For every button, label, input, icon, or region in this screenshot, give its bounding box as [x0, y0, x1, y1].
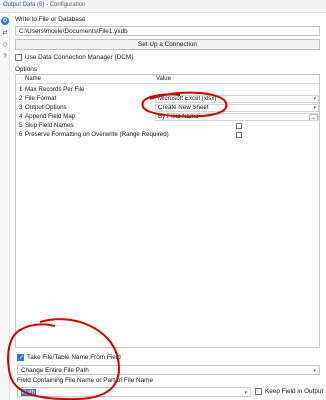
row-number: 5	[19, 122, 23, 129]
field-containing-label: Field Containing File Name or Part of Fi…	[17, 377, 154, 384]
setup-connection-button[interactable]: Set Up a Connection	[15, 39, 320, 50]
column-header-value: Value	[156, 76, 171, 82]
file-path-field[interactable]: C:\Users\mcele\Documents\File1.yxdb	[15, 26, 320, 36]
left-toolbar: ⚙ ⇄ ◇ ?	[0, 13, 10, 400]
options-grid: Name Value 1 Max Records Per File 2 File…	[15, 74, 320, 348]
file-name-mode-select[interactable]: Change Entire File Path ▾	[17, 365, 320, 375]
row-number: 2	[19, 95, 23, 102]
ellipsis-button[interactable]: ...	[309, 114, 318, 120]
write-to-label: Write to File or Database	[15, 16, 86, 23]
option-name: File Format	[25, 95, 57, 102]
tag-icon[interactable]: ◇	[1, 41, 9, 49]
row-number: 4	[19, 113, 23, 120]
append-field-map-field[interactable]: By Field Name ...	[155, 113, 319, 121]
take-name-from-field-checkbox[interactable]	[17, 354, 24, 361]
dcm-checkbox[interactable]	[15, 54, 22, 61]
row-number: 1	[19, 86, 23, 93]
option-name: Max Records Per File	[25, 86, 85, 93]
window-subtitle: - Configuration	[44, 2, 86, 8]
help-icon[interactable]: ?	[1, 53, 9, 61]
column-header-name: Name	[25, 76, 42, 82]
file-name-mode-value: Change Entire File Path	[21, 367, 89, 374]
append-field-map-value: By Field Name	[158, 113, 199, 120]
output-options-select[interactable]: Create New Sheet ▾	[155, 104, 319, 112]
take-name-from-field-label: Take File/Table Name From Field	[27, 354, 121, 361]
configuration-panel: Write to File or Database C:\Users\mcele…	[12, 13, 323, 400]
skip-field-names-checkbox[interactable]	[236, 123, 242, 129]
chevron-down-icon: ▾	[313, 368, 316, 374]
chevron-down-icon: ▾	[313, 105, 316, 111]
row-number: 3	[19, 104, 23, 111]
option-row: 4 Append Field Map By Field Name ...	[16, 113, 319, 121]
field-select[interactable]: Path ▾	[17, 387, 251, 397]
option-name: Skip Field Names	[25, 122, 74, 129]
chevron-down-icon: ▾	[244, 390, 247, 396]
keep-field-label: Keep Field in Output	[265, 388, 324, 395]
preserve-formatting-checkbox[interactable]	[236, 132, 242, 138]
window-title: Output Data (6)	[3, 2, 45, 8]
output-options-value: Create New Sheet	[158, 104, 209, 111]
option-name: Append Field Map	[25, 113, 76, 120]
option-row: 1 Max Records Per File	[16, 86, 319, 94]
dcm-label: Use Data Connection Manager (DCM)	[25, 54, 134, 61]
option-row: 6 Preserve Formatting on Overwrite (Rang…	[16, 131, 319, 139]
option-row: 3 Output Options Create New Sheet ▾	[16, 104, 319, 112]
field-select-value: Path	[21, 389, 37, 396]
option-row: 5 Skip Field Names	[16, 122, 319, 130]
chevron-down-icon: ▾	[313, 96, 316, 102]
file-format-select[interactable]: Microsoft Excel (xlsx) ▾	[155, 95, 319, 103]
option-name: Preserve Formatting on Overwrite (Range …	[25, 131, 169, 138]
options-grid-header: Name Value	[16, 75, 319, 84]
file-format-value: Microsoft Excel (xlsx)	[158, 95, 217, 102]
keep-field-checkbox[interactable]	[255, 388, 262, 395]
option-name: Output Options	[25, 104, 67, 111]
option-row: 2 File Format Microsoft Excel (xlsx) ▾	[16, 95, 319, 103]
arrows-icon[interactable]: ⇄	[1, 29, 9, 37]
gear-icon[interactable]: ⚙	[1, 17, 9, 25]
title-bar: Output Data (6) - Configuration	[0, 0, 326, 13]
options-label: Options	[15, 66, 38, 73]
row-number: 6	[19, 131, 23, 138]
